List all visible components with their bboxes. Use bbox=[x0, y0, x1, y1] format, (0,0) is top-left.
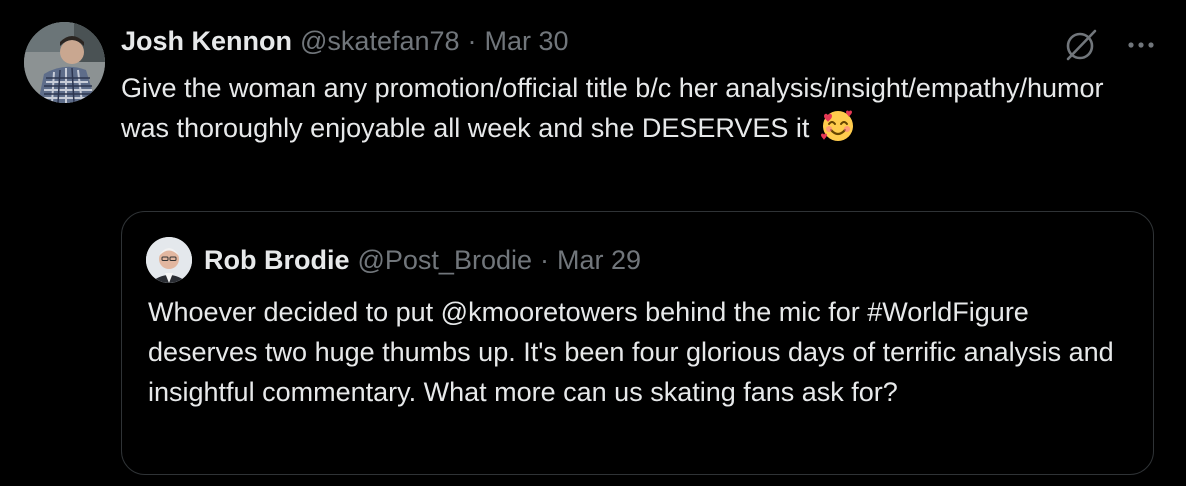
tweet-date[interactable]: Mar 30 bbox=[485, 24, 569, 58]
quoted-author-name: Rob Brodie bbox=[204, 245, 350, 275]
tweet[interactable]: Josh Kennon @skatefan78 · Mar 30 Give th… bbox=[0, 0, 1186, 486]
quoted-author-avatar-image bbox=[146, 237, 192, 283]
more-icon bbox=[1128, 42, 1154, 48]
author-avatar[interactable] bbox=[24, 22, 105, 103]
grok-button[interactable] bbox=[1062, 26, 1100, 64]
quoted-author-handle: @Post_Brodie bbox=[357, 245, 533, 275]
quoted-tweet[interactable]: Rob Brodie @Post_Brodie · Mar 29 Whoever… bbox=[121, 211, 1154, 475]
tweet-text-body: Give the woman any promotion/official ti… bbox=[121, 73, 1104, 143]
quoted-author-avatar bbox=[146, 237, 192, 283]
author-handle[interactable]: @skatefan78 bbox=[300, 24, 460, 58]
smiling-face-with-hearts-icon bbox=[820, 108, 856, 144]
tweet-text: Give the woman any promotion/official ti… bbox=[121, 68, 1131, 148]
more-button[interactable] bbox=[1122, 26, 1160, 64]
grok-icon bbox=[1066, 29, 1097, 61]
quoted-tweet-header: Rob Brodie @Post_Brodie · Mar 29 bbox=[204, 241, 641, 279]
header-separator: · bbox=[467, 26, 477, 56]
tweet-header: Josh Kennon @skatefan78 · Mar 30 bbox=[121, 24, 569, 58]
quoted-tweet-text: Whoever decided to put @kmooretowers beh… bbox=[148, 297, 1114, 407]
quoted-header-separator: · bbox=[540, 245, 549, 275]
author-name[interactable]: Josh Kennon bbox=[121, 24, 292, 58]
quoted-tweet-date: Mar 29 bbox=[557, 245, 642, 275]
tweet-actions-top bbox=[1062, 26, 1160, 64]
author-avatar-image bbox=[24, 22, 105, 103]
